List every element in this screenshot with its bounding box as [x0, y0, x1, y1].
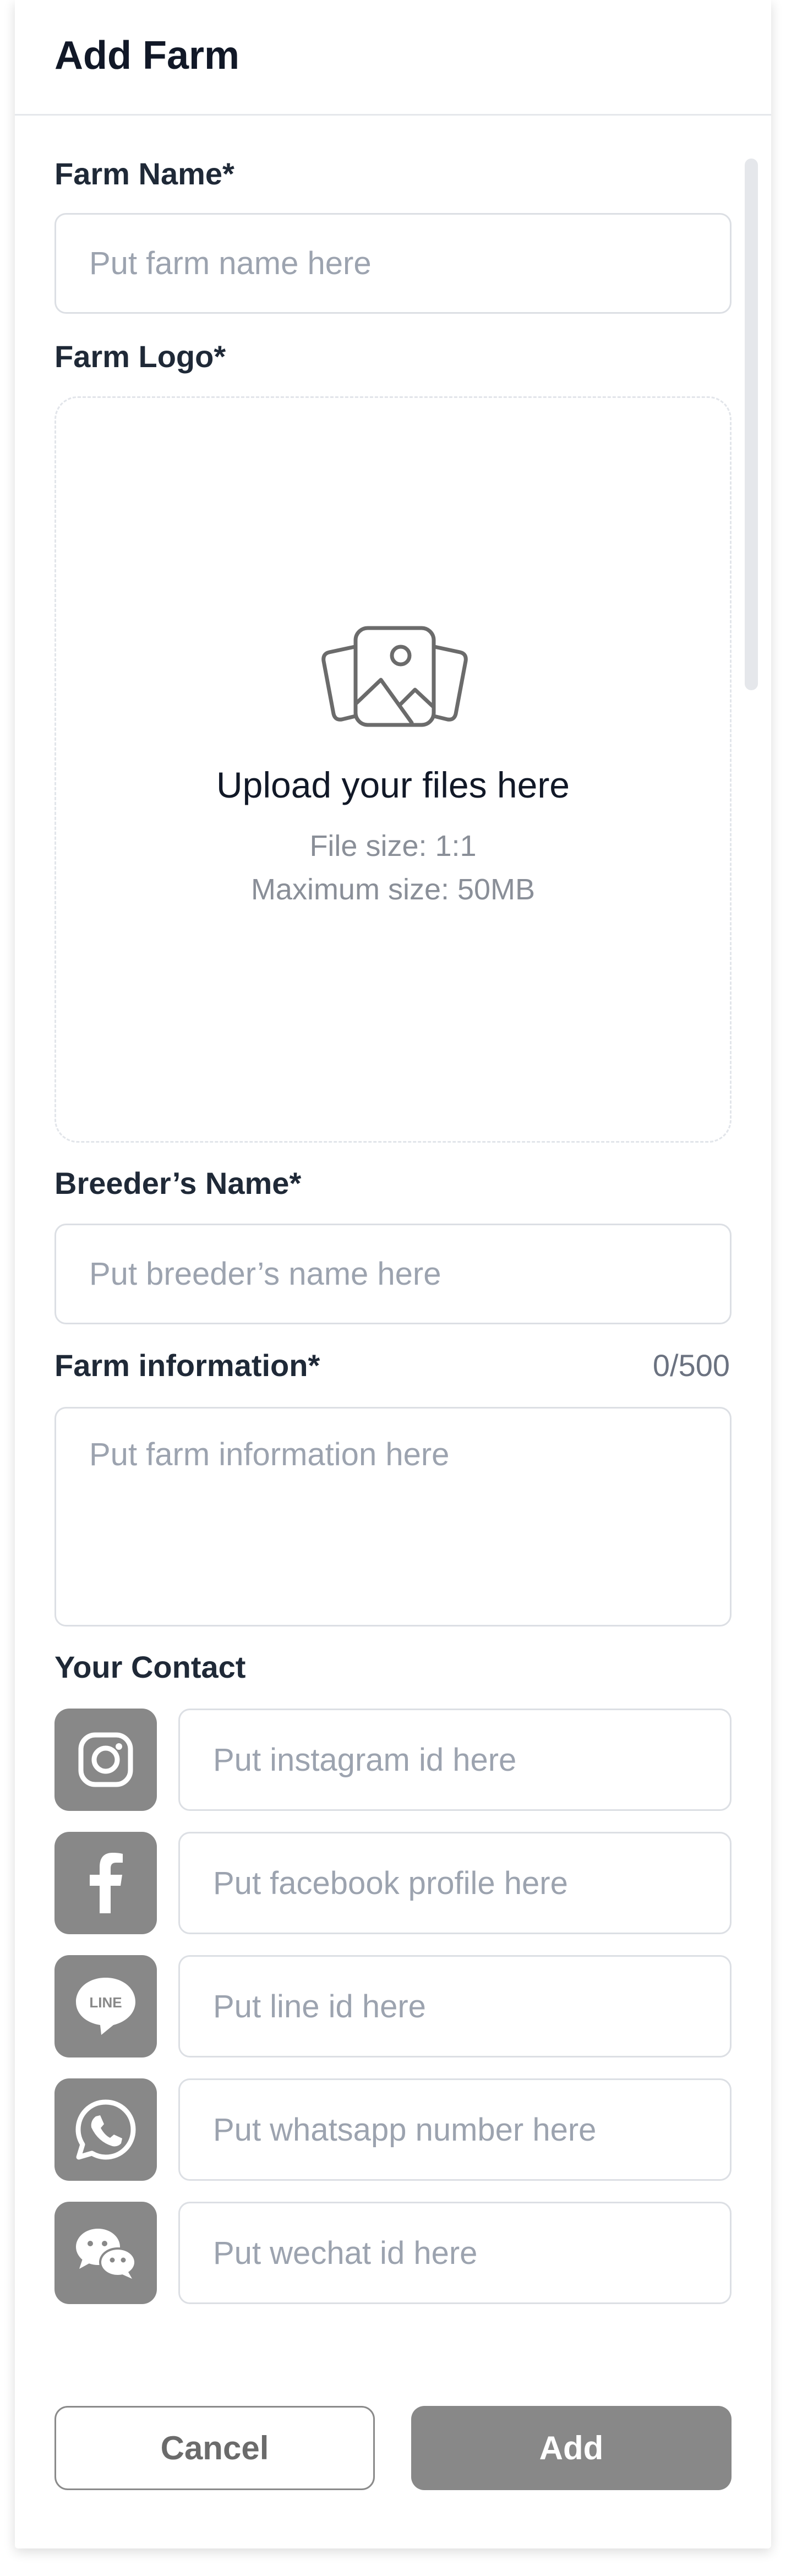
upload-file-size-hint: File size: 1:1	[309, 829, 477, 863]
line-input[interactable]	[178, 1955, 732, 2057]
whatsapp-icon	[54, 2078, 157, 2181]
scrollbar[interactable]	[745, 159, 758, 690]
farm-name-label: Farm Name*	[54, 156, 234, 191]
wechat-icon	[54, 2202, 157, 2304]
instagram-icon	[54, 1709, 157, 1811]
character-counter: 0/500	[652, 1348, 730, 1383]
farm-info-textarea[interactable]	[54, 1407, 732, 1627]
add-button[interactable]: Add	[411, 2406, 732, 2490]
instagram-input[interactable]	[178, 1709, 732, 1811]
cancel-button[interactable]: Cancel	[54, 2406, 375, 2490]
image-upload-icon	[321, 626, 468, 727]
line-icon: LINE	[54, 1955, 157, 2057]
farm-name-input[interactable]	[54, 213, 732, 314]
facebook-icon	[54, 1832, 157, 1934]
upload-title: Upload your files here	[216, 765, 570, 805]
facebook-input[interactable]	[178, 1832, 732, 1934]
modal-header: Add Farm	[15, 0, 771, 116]
line-icon-text: LINE	[89, 1994, 122, 2011]
upload-max-size-hint: Maximum size: 50MB	[250, 873, 536, 906]
add-farm-modal: Add Farm Farm Name* Farm Logo* Upload yo…	[15, 0, 771, 2548]
farm-logo-label: Farm Logo*	[54, 339, 226, 374]
whatsapp-input[interactable]	[178, 2078, 732, 2181]
farm-info-label: Farm information*	[54, 1348, 320, 1383]
breeder-name-label: Breeder’s Name*	[54, 1166, 302, 1200]
wechat-input[interactable]	[178, 2202, 732, 2304]
page-title: Add Farm	[54, 34, 240, 78]
contact-label: Your Contact	[54, 1650, 246, 1684]
breeder-name-input[interactable]	[54, 1224, 732, 1324]
logo-upload-dropzone[interactable]: Upload your files here File size: 1:1 Ma…	[54, 396, 732, 1143]
